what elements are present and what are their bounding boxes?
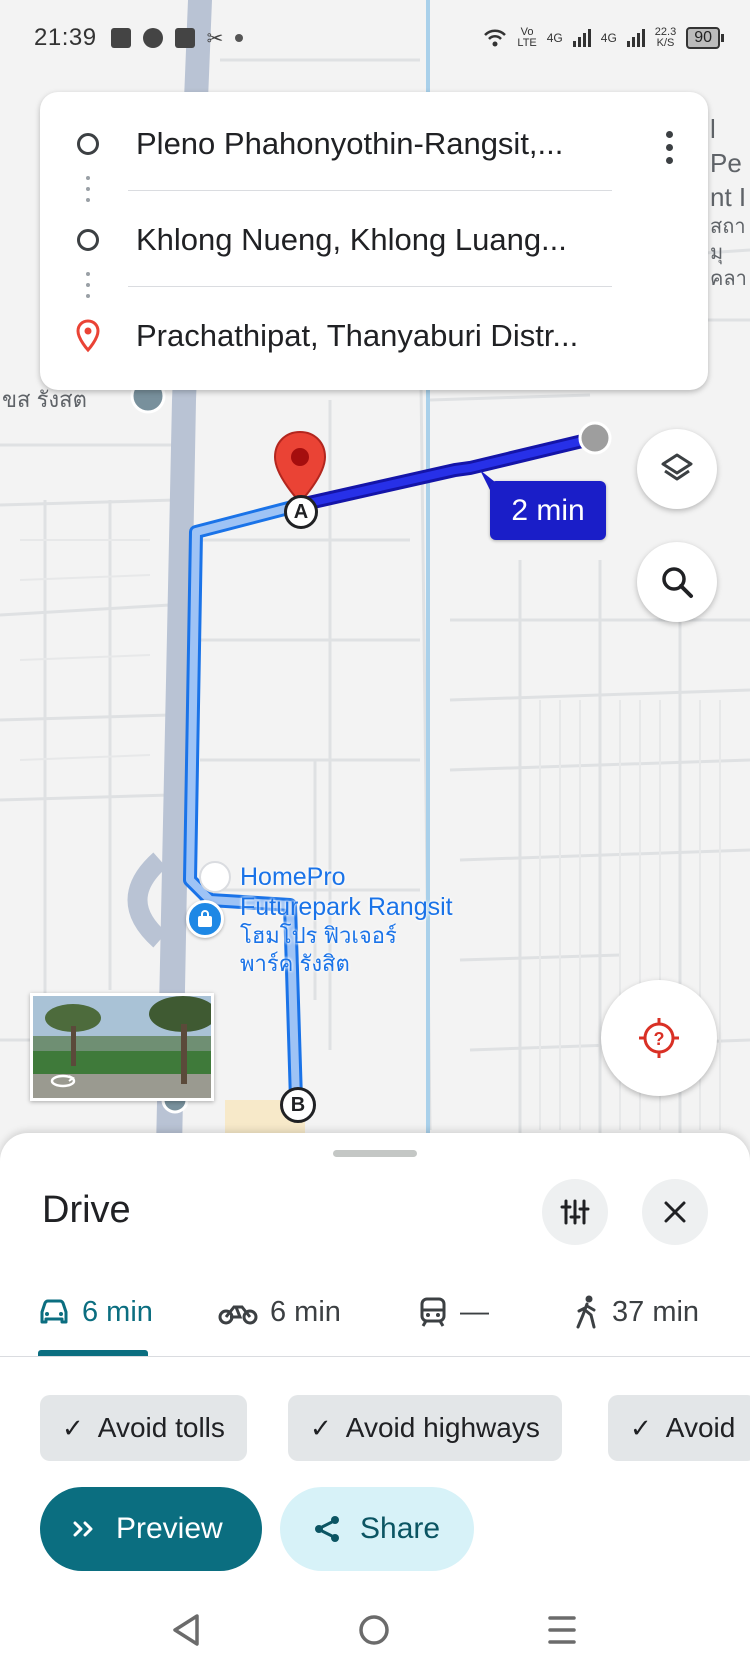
preview-button[interactable]: Preview — [40, 1487, 262, 1571]
tab-motorcycle[interactable]: 6 min — [218, 1267, 341, 1357]
gallery-notification-icon — [110, 28, 131, 48]
network-speed-unit: K/S — [656, 37, 675, 49]
directions-bottom-sheet: Drive 6 min 6 min — 37 min ✓ Avoid tolls… — [0, 1133, 750, 1666]
my-location-button[interactable]: ? — [601, 980, 717, 1096]
rotate-360-icon — [50, 1074, 76, 1088]
preview-label: Preview — [116, 1512, 223, 1545]
check-icon: ✓ — [310, 1412, 332, 1443]
system-navigation-bar — [0, 1590, 750, 1666]
edge-label-3: สถา — [710, 216, 746, 238]
more-notifications-dot — [235, 34, 244, 42]
sheet-title: Drive — [42, 1189, 131, 1231]
destination-row[interactable]: Prachathipat, Thanyaburi Distr... — [40, 306, 680, 366]
more-options-icon[interactable] — [654, 122, 684, 172]
location-unknown-icon: ? — [639, 1018, 679, 1058]
poi-label-homepro[interactable]: HomePro Futurepark Rangsit โฮมโปร ฟิวเจอ… — [240, 862, 453, 978]
tab-transit-time: — — [460, 1295, 489, 1328]
layers-icon — [661, 453, 693, 481]
system-status-icons: Vo LTE 4G 4G 22.3 K/S 90 — [483, 27, 724, 49]
divider — [128, 190, 612, 191]
origin-row[interactable]: Pleno Phahonyothin-Rangsit,... — [40, 114, 680, 174]
divider — [128, 286, 612, 287]
network-speed: 22.3 K/S — [655, 27, 676, 49]
waypoint-field[interactable]: Khlong Nueng, Khlong Luang... — [136, 222, 567, 258]
route-marker-b[interactable]: B — [280, 1087, 316, 1123]
route-marker-a[interactable]: A — [284, 495, 318, 529]
wifi-icon — [484, 29, 507, 47]
motorcycle-icon — [218, 1305, 258, 1325]
search-icon — [662, 567, 693, 598]
poi-name-line-1: HomePro — [240, 863, 346, 891]
share-button[interactable]: Share — [280, 1487, 474, 1571]
svg-text:?: ? — [654, 1029, 665, 1049]
location-pin-icon — [76, 319, 100, 353]
back-icon[interactable] — [173, 1614, 199, 1646]
travel-mode-tabs: 6 min 6 min — 37 min — [0, 1267, 750, 1357]
edge-label-1: l Pe — [710, 114, 742, 178]
app-notification-icon — [174, 28, 195, 48]
chip-label: Avoid tolls — [97, 1412, 225, 1443]
tab-drive[interactable]: 6 min — [38, 1267, 153, 1357]
battery-icon: 90 — [686, 27, 724, 49]
street-view-thumbnail[interactable] — [30, 993, 214, 1101]
sim2-label: 4G — [600, 31, 617, 45]
signal-bars-icon — [626, 29, 645, 47]
double-chevron-right-icon — [73, 1521, 93, 1537]
home-icon[interactable] — [359, 1615, 389, 1645]
close-button[interactable] — [642, 1179, 708, 1245]
shopping-bag-icon[interactable] — [186, 900, 224, 938]
check-icon: ✓ — [62, 1412, 84, 1443]
map-edge-labels: l Pe nt I สถา มุคลา — [710, 112, 750, 292]
edge-label-4: มุคลา — [710, 242, 747, 290]
volte-indicator: Vo LTE — [517, 27, 536, 49]
volte-lte: LTE — [517, 37, 537, 49]
chip-label: Avoid — [665, 1412, 736, 1443]
edge-label-2: nt I — [710, 182, 747, 212]
walk-icon — [576, 1295, 596, 1329]
origin-circle-icon — [77, 133, 99, 155]
check-icon: ✓ — [630, 1412, 652, 1443]
transit-icon — [420, 1297, 446, 1327]
active-tab-indicator — [38, 1350, 148, 1356]
signal-bars-icon — [572, 29, 591, 47]
waypoint-circle-icon — [77, 229, 99, 251]
status-time: 21:39 — [34, 24, 97, 51]
chip-label: Avoid highways — [345, 1412, 540, 1443]
waypoint-row[interactable]: Khlong Nueng, Khlong Luang... — [40, 210, 680, 270]
directions-card: Pleno Phahonyothin-Rangsit,... Khlong Nu… — [40, 92, 708, 390]
poi-name-line-2: Futurepark Rangsit — [240, 893, 453, 921]
chip-avoid-tolls[interactable]: ✓ Avoid tolls — [40, 1395, 247, 1461]
chip-avoid-more[interactable]: ✓ Avoid — [608, 1395, 750, 1461]
status-bar: 21:39 ✂ Vo LTE 4G 4G 22.3 K/S 90 — [0, 0, 750, 76]
tab-drive-time: 6 min — [82, 1295, 153, 1328]
layers-button[interactable] — [637, 429, 717, 509]
share-label: Share — [360, 1512, 441, 1545]
line-app-icon — [142, 28, 163, 48]
share-icon — [315, 1516, 339, 1542]
search-along-route-button[interactable] — [637, 542, 717, 622]
tab-motorcycle-time: 6 min — [270, 1295, 341, 1328]
car-icon — [40, 1299, 68, 1324]
chip-avoid-highways[interactable]: ✓ Avoid highways — [288, 1395, 562, 1461]
tab-walk[interactable]: 37 min — [574, 1267, 699, 1357]
poi-name-thai-1: โฮมโปร ฟิวเจอร์ — [240, 923, 397, 948]
capcut-icon: ✂ — [206, 27, 224, 50]
recents-menu-icon[interactable] — [548, 1616, 576, 1644]
route-dots-icon — [86, 272, 90, 298]
tab-transit[interactable]: — — [418, 1267, 489, 1357]
route-dots-icon — [86, 176, 90, 202]
tab-walk-time: 37 min — [612, 1295, 700, 1328]
route-filter-chips: ✓ Avoid tolls ✓ Avoid highways ✓ Avoid — [0, 1395, 750, 1461]
poi-name-thai-2: พาร์ค รังสิต — [240, 951, 350, 976]
route-options-button[interactable] — [542, 1179, 608, 1245]
notification-icons: ✂ — [110, 26, 244, 51]
sim1-label: 4G — [546, 31, 563, 45]
sheet-drag-handle[interactable] — [333, 1150, 417, 1157]
close-icon — [664, 1201, 686, 1223]
route-eta-badge[interactable]: 2 min — [490, 481, 606, 540]
origin-field[interactable]: Pleno Phahonyothin-Rangsit,... — [136, 126, 563, 162]
destination-field[interactable]: Prachathipat, Thanyaburi Distr... — [136, 318, 578, 354]
tune-icon — [560, 1199, 590, 1225]
